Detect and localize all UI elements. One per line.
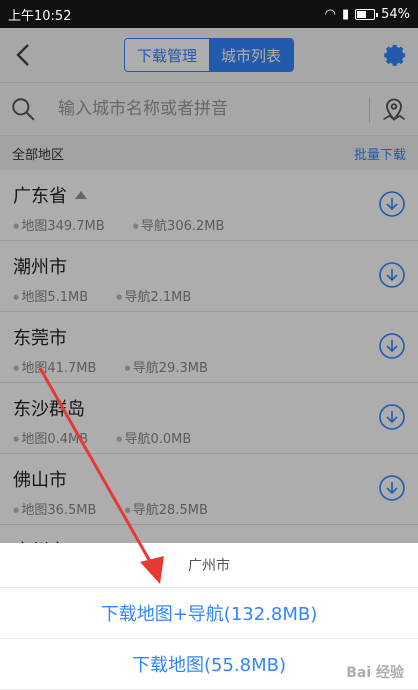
download-map-nav-option[interactable]: 下载地图+导航(132.8MB) xyxy=(0,588,418,639)
status-bar: 上午10:52 ◠ ▮ 54% xyxy=(0,0,418,28)
status-icons: ◠ ▮ 54% xyxy=(325,7,410,22)
battery-icon xyxy=(355,8,379,20)
battery-text: 54% xyxy=(381,6,410,22)
sheet-title: 广州市 xyxy=(0,543,418,588)
status-time: 上午10:52 xyxy=(8,8,72,24)
wifi-icon: ◠ xyxy=(324,6,336,22)
battery-fill xyxy=(357,10,367,18)
watermark: Bai 经验 xyxy=(346,665,404,681)
signal-icon: ▮ xyxy=(341,6,350,22)
